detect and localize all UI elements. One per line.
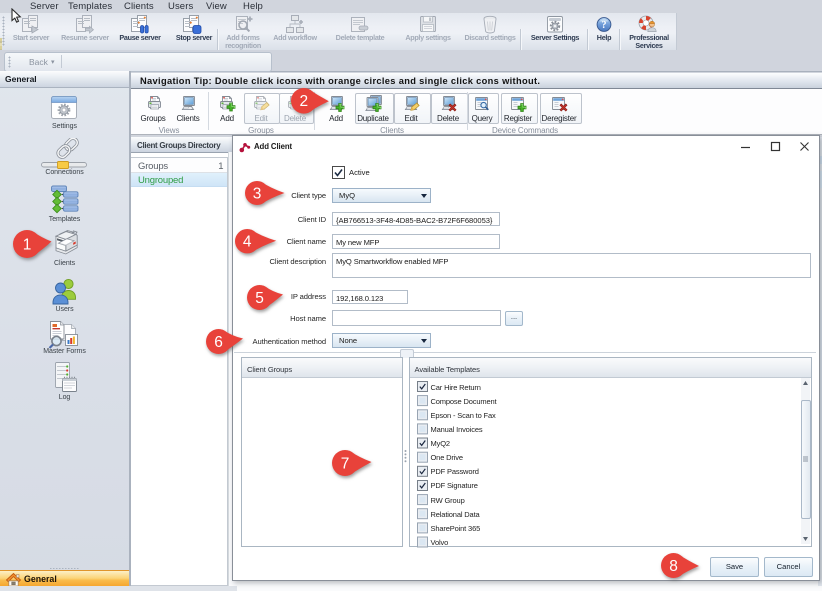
svg-text:?: ? [602, 20, 607, 31]
